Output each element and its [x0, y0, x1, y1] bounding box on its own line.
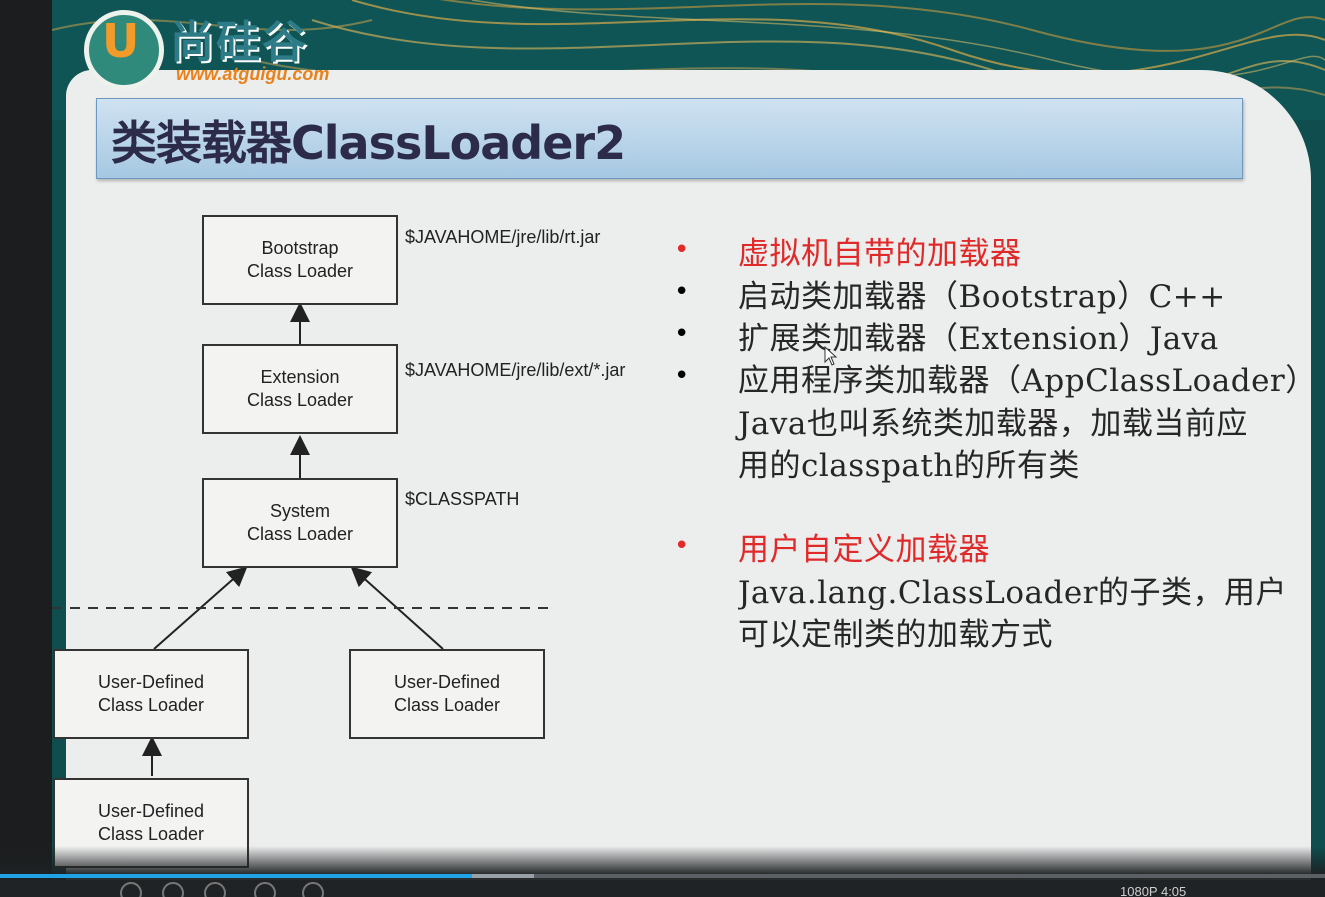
bullet: •: [674, 361, 690, 391]
system-loader-box: System Class Loader: [202, 478, 398, 568]
box-line: User-Defined: [393, 672, 501, 692]
item-extension: 扩展类加载器（Extension）Java: [738, 321, 1219, 357]
progress-bar-fill[interactable]: [0, 874, 472, 878]
system-path-label: $CLASSPATH: [405, 489, 520, 509]
classloader-diagram-lines: [52, 302, 552, 776]
user-defined-loader-box-right: User-Defined Class Loader: [349, 649, 545, 739]
danmaku-icon[interactable]: [204, 882, 226, 897]
mouse-pointer-icon: [824, 346, 838, 366]
bullet-red: •: [674, 235, 690, 265]
box-line: Class Loader: [393, 695, 501, 715]
box-line: Extension: [260, 367, 340, 387]
section2-line-2: 可以定制类的加载方式: [738, 617, 1053, 653]
bootstrap-path-label: $JAVAHOME/jre/lib/rt.jar: [405, 227, 601, 247]
bullet: •: [674, 277, 690, 307]
box-line: Bootstrap: [261, 238, 339, 258]
item-app-continued-1: Java也叫系统类加载器，加载当前应: [738, 406, 1248, 442]
box-line: Class Loader: [246, 524, 354, 544]
bullet-red: •: [674, 531, 690, 561]
box-line: User-Defined: [97, 672, 205, 692]
extension-loader-box: Extension Class Loader: [202, 344, 398, 434]
video-player[interactable]: U 尚硅谷 www.atguigu.com 类装载器ClassLoader2 B…: [0, 0, 1325, 897]
section1-heading: 虚拟机自带的加载器: [738, 236, 1022, 272]
bullet: •: [674, 319, 690, 349]
item-app-continued-2: 用的classpath的所有类: [738, 448, 1080, 484]
box-line: Class Loader: [97, 824, 205, 844]
section2-heading: 用户自定义加载器: [738, 532, 990, 568]
next-icon[interactable]: [162, 882, 184, 897]
extension-path-label: $JAVAHOME/jre/lib/ext/*.jar: [405, 360, 626, 380]
play-icon[interactable]: [120, 882, 142, 897]
user-defined-loader-box-left: User-Defined Class Loader: [53, 649, 249, 739]
box-line: System: [269, 501, 330, 521]
box-line: Class Loader: [246, 390, 354, 410]
quality-and-time-readout[interactable]: 1080P 4:05: [1120, 884, 1186, 897]
box-line: User-Defined: [97, 801, 205, 821]
arrow-user1-to-system: [153, 566, 248, 650]
section2-line-1: Java.lang.ClassLoader的子类，用户: [738, 575, 1287, 611]
arrow-user2-to-system: [350, 566, 444, 650]
item-bootstrap: 启动类加载器（Bootstrap）C++: [738, 279, 1226, 315]
box-line: Class Loader: [97, 695, 205, 715]
emoji-icon[interactable]: [302, 882, 324, 897]
settings-icon[interactable]: [254, 882, 276, 897]
bootstrap-loader-box: Bootstrap Class Loader: [202, 215, 398, 305]
box-line: Class Loader: [246, 261, 354, 281]
